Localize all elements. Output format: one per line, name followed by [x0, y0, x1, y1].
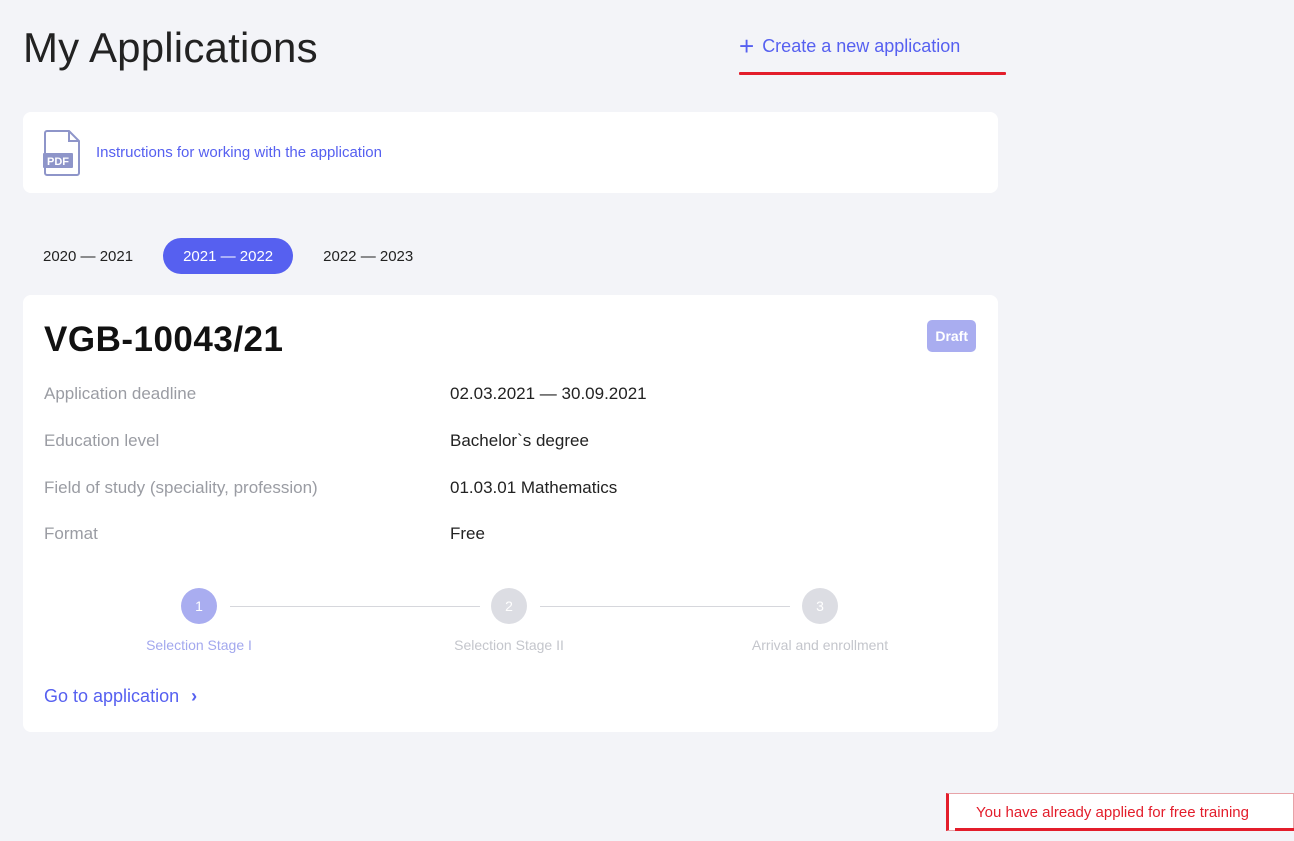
pdf-icon: PDF [43, 129, 80, 176]
step-2-circle: 2 [491, 588, 527, 624]
plus-icon: + [739, 30, 755, 61]
tab-2022-2023[interactable]: 2022 — 2023 [303, 238, 433, 274]
step-3-circle: 3 [802, 588, 838, 624]
step-1-circle: 1 [181, 588, 217, 624]
step-3-label: Arrival and enrollment [751, 637, 889, 653]
application-card: VGB-10043/21 Draft Application deadline … [23, 295, 998, 732]
year-tabs: 2020 — 2021 2021 — 2022 2022 — 2023 [23, 238, 433, 274]
info-value: Free [450, 524, 485, 543]
page-title: My Applications [23, 24, 318, 71]
svg-text:PDF: PDF [47, 156, 69, 168]
info-value: 01.03.01 Mathematics [450, 478, 618, 497]
application-number: VGB-10043/21 [44, 320, 284, 359]
page: My Applications + Create a new applicati… [0, 0, 1294, 841]
step-connector [230, 606, 480, 607]
go-to-application-link[interactable]: Go to application › [44, 686, 197, 707]
info-label: Format [44, 524, 98, 543]
create-application-link[interactable]: + Create a new application [739, 30, 961, 61]
tab-2020-2021[interactable]: 2020 — 2021 [23, 238, 153, 274]
go-to-application-label: Go to application [44, 686, 180, 706]
toast-message: You have already applied for free traini… [976, 803, 1249, 821]
step-2-label: Selection Stage II [454, 637, 564, 653]
highlight-underline [955, 828, 1294, 831]
instructions-link[interactable]: Instructions for working with the applic… [96, 144, 382, 161]
info-label: Education level [44, 431, 160, 450]
error-toast: You have already applied for free traini… [946, 793, 1294, 831]
status-badge: Draft [927, 320, 976, 352]
info-label: Application deadline [44, 384, 197, 403]
info-value: Bachelor`s degree [450, 431, 589, 450]
tab-2021-2022[interactable]: 2021 — 2022 [163, 238, 294, 274]
info-value: 02.03.2021 — 30.09.2021 [450, 384, 647, 403]
create-application-label: Create a new application [762, 36, 961, 56]
highlight-underline [739, 72, 1006, 75]
instructions-card: PDF Instructions for working with the ap… [23, 112, 998, 193]
step-connector [540, 606, 790, 607]
step-1-label: Selection Stage I [146, 637, 252, 653]
info-label: Field of study (speciality, profession) [44, 478, 318, 497]
chevron-right-icon: › [191, 686, 198, 706]
